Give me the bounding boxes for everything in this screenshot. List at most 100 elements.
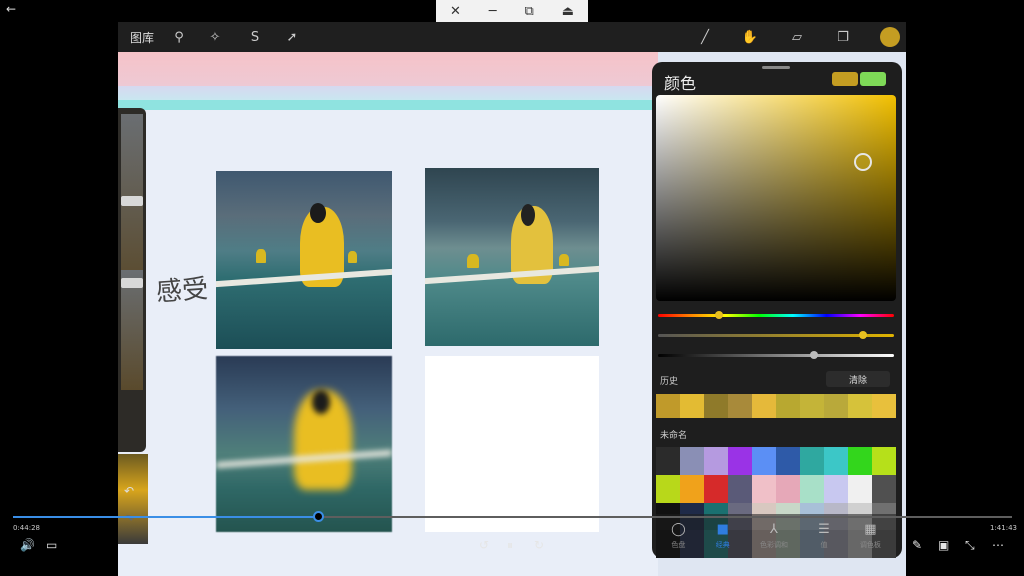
undo-icon[interactable]: ↶ [124, 484, 134, 498]
restore-icon[interactable]: ⏏ [562, 4, 574, 19]
top-toolbar: 图库 ⚲ ✧ S ➚ ╱ ✋ ▱ ❐ [118, 22, 906, 52]
history-swatch[interactable] [752, 394, 776, 418]
palette-name: 未命名 [660, 431, 688, 441]
artwork-photo [216, 171, 392, 349]
forward-30-icon[interactable]: ↻ [534, 538, 544, 552]
palette-swatch[interactable] [704, 474, 728, 503]
transform-arrow-icon[interactable]: ➚ [281, 27, 303, 47]
history-swatch[interactable] [704, 394, 728, 418]
artwork-blurred [216, 356, 392, 532]
back-arrow-icon[interactable]: ← [6, 2, 16, 16]
redo-icon[interactable]: ↷ [124, 512, 134, 526]
more-icon[interactable]: ⋯ [992, 538, 1004, 552]
tab-label: 值 [820, 541, 828, 549]
palette-swatch[interactable] [848, 474, 872, 503]
palette-swatch[interactable] [872, 447, 896, 475]
current-time: 0:44:28 [13, 524, 40, 532]
palette-swatch[interactable] [776, 474, 800, 503]
magic-wand-icon[interactable]: ✧ [204, 27, 226, 47]
palette-swatch[interactable] [680, 447, 704, 475]
palette-swatch[interactable] [752, 474, 776, 503]
close-icon[interactable]: ✕ [450, 4, 461, 19]
history-swatch[interactable] [800, 394, 824, 418]
tab-disc[interactable]: ◯ 色盘 [671, 522, 686, 550]
palette-swatch[interactable] [704, 447, 728, 475]
brush-icon[interactable]: ╱ [694, 27, 716, 47]
rewind-10-icon[interactable]: ↺ [479, 538, 489, 552]
miniplayer-icon[interactable]: ▣ [938, 538, 949, 552]
palette-swatch[interactable] [680, 474, 704, 503]
seek-progress [13, 516, 318, 518]
subtitles-icon[interactable]: ▭ [46, 538, 57, 552]
brightness-slider-knob[interactable] [809, 351, 818, 359]
color-band [118, 100, 658, 110]
resize-icon[interactable]: ⧉ [525, 4, 534, 19]
procreate-screen: 图库 ⚲ ✧ S ➚ ╱ ✋ ▱ ❐ ↶ ↷ 感受 颜色 历史 清除 未命名 ◯… [118, 22, 906, 576]
pause-icon[interactable]: ⏸ [507, 538, 513, 553]
pen-icon[interactable]: ✎ [912, 538, 922, 552]
palette-swatch[interactable] [728, 474, 752, 503]
empty-frame [425, 356, 599, 532]
palette-swatch[interactable] [824, 474, 848, 503]
tab-value[interactable]: ☰ 值 [818, 522, 830, 550]
history-swatch[interactable] [824, 394, 848, 418]
history-label: 历史 [660, 377, 679, 387]
artwork-flat-colors [425, 168, 599, 346]
saturation-brightness-square[interactable] [656, 95, 896, 301]
tab-label: 经典 [715, 541, 730, 549]
history-swatches [656, 394, 896, 418]
palette-swatch[interactable] [776, 447, 800, 475]
palette-swatch[interactable] [800, 474, 824, 503]
color-panel: 颜色 历史 清除 未命名 ◯ 色盘 ■ 经典 ⅄ 色彩调和 ☰ 值 ▦ 调色板 [652, 62, 902, 558]
seek-thumb[interactable] [312, 511, 324, 522]
history-swatch[interactable] [656, 394, 680, 418]
current-color-button[interactable] [880, 27, 900, 47]
palette-swatch[interactable] [656, 474, 680, 503]
palette-swatch[interactable] [752, 447, 776, 475]
disc-icon: ◯ [671, 522, 686, 537]
opacity-slider[interactable] [121, 270, 143, 390]
color-band [118, 86, 658, 100]
palette-swatch[interactable] [824, 447, 848, 475]
history-swatch[interactable] [728, 394, 752, 418]
harmony-icon: ⅄ [769, 522, 778, 537]
tab-classic[interactable]: ■ 经典 [716, 522, 730, 550]
hue-slider[interactable] [658, 314, 894, 317]
smudge-icon[interactable]: ✋ [739, 27, 761, 47]
volume-icon[interactable]: 🔊 [20, 538, 35, 552]
classic-icon: ■ [716, 522, 729, 537]
history-swatch[interactable] [848, 394, 872, 418]
palette-swatch[interactable] [728, 447, 752, 475]
wrench-icon[interactable]: ⚲ [168, 27, 190, 47]
handwritten-note: 感受 [155, 274, 210, 308]
current-color-swatch[interactable] [832, 72, 858, 86]
eraser-icon[interactable]: ▱ [786, 27, 808, 47]
color-band [118, 52, 658, 86]
brightness-slider[interactable] [658, 354, 894, 357]
history-swatch[interactable] [680, 394, 704, 418]
clear-history-button[interactable]: 清除 [826, 371, 890, 387]
hue-slider-knob[interactable] [715, 311, 724, 319]
history-swatch[interactable] [776, 394, 800, 418]
gallery-button[interactable]: 图库 [130, 29, 154, 46]
history-swatch[interactable] [872, 394, 896, 418]
exit-fullscreen-icon[interactable]: ⤡ [965, 538, 975, 553]
tab-palettes[interactable]: ▦ 调色板 [860, 522, 881, 550]
brush-size-thumb[interactable] [121, 196, 143, 206]
tab-label: 调色板 [859, 541, 881, 549]
color-mode-tabs: ◯ 色盘 ■ 经典 ⅄ 色彩调和 ☰ 值 ▦ 调色板 [656, 514, 896, 558]
palette-swatch[interactable] [800, 447, 824, 475]
palette-swatch[interactable] [848, 447, 872, 475]
previous-color-swatch[interactable] [860, 72, 886, 86]
palette-swatch[interactable] [872, 474, 896, 503]
color-picker-knob[interactable] [854, 153, 872, 171]
selection-s-icon[interactable]: S [244, 27, 266, 47]
layers-icon[interactable]: ❐ [832, 27, 854, 47]
minimize-icon[interactable]: ─ [489, 4, 497, 19]
panel-grabber[interactable] [762, 66, 790, 69]
opacity-thumb[interactable] [121, 278, 143, 288]
tab-harmony[interactable]: ⅄ 色彩调和 [760, 522, 788, 550]
saturation-slider-knob[interactable] [859, 331, 868, 339]
total-time: 1:41:43 [990, 524, 1017, 532]
palette-swatch[interactable] [656, 447, 680, 475]
